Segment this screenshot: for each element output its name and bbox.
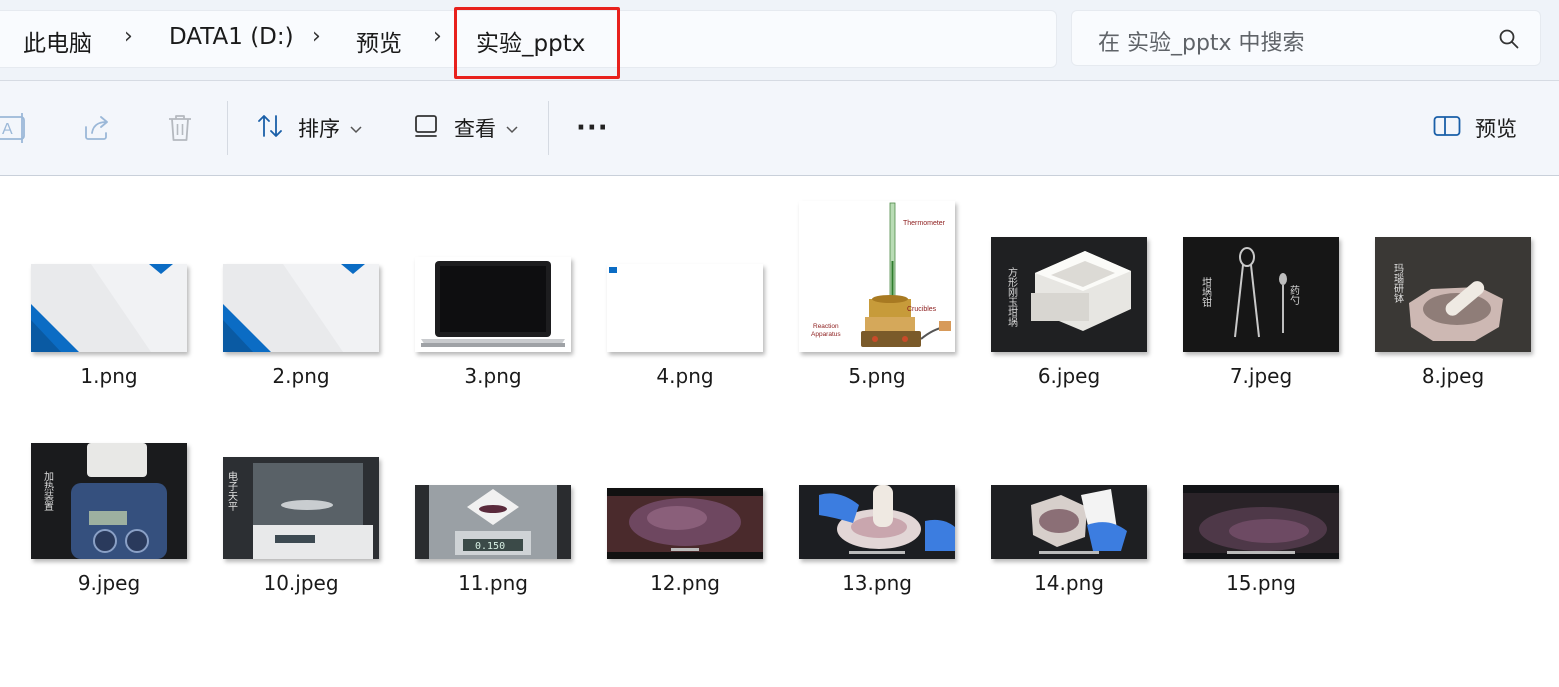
breadcrumb-separator[interactable]: › (124, 24, 133, 49)
address-bar: 此电脑 › DATA1 (D:) › 预览 › 实验_pptx 在 实验_ppt… (0, 0, 1559, 81)
preview-pane-icon (1433, 115, 1461, 141)
breadcrumb-separator[interactable]: › (433, 24, 442, 49)
label-apparatus: Apparatus (811, 331, 841, 338)
label-reaction: Reaction (813, 323, 839, 330)
file-name: 3.png (464, 364, 522, 388)
label-electronic-balance: 电子天平 (226, 470, 238, 512)
file-thumbnail: Thermometer Crucibles Reaction Apparatus (799, 201, 955, 352)
breadcrumb-item-preview[interactable]: 预览 (356, 24, 402, 58)
sort-icon (256, 112, 284, 144)
preview-pane-button[interactable]: 预览 (1433, 111, 1517, 145)
more-options-button[interactable]: ··· (576, 111, 609, 145)
file-grid: 1.png 2.png 3.png 4.png Thermometer Cruc… (0, 176, 1559, 687)
file-name: 12.png (650, 571, 720, 595)
breadcrumb-item-this-pc[interactable]: 此电脑 (23, 24, 92, 58)
file-name: 14.png (1034, 571, 1104, 595)
file-name: 4.png (656, 364, 714, 388)
toolbar-divider (227, 101, 228, 155)
file-thumbnail (607, 488, 763, 559)
file-thumbnail: 电子天平 (223, 457, 379, 559)
file-name: 1.png (80, 364, 138, 388)
label-heating-device: 加热装置 (42, 471, 54, 511)
balance-readout: 0.150 (475, 541, 505, 552)
breadcrumb-item-drive[interactable]: DATA1 (D:) (169, 24, 294, 50)
file-thumbnail: 玛瑙研钵 (1375, 237, 1531, 352)
file-name: 5.png (848, 364, 906, 388)
label-spoon: 药勺 (1288, 285, 1300, 306)
file-thumbnail (1183, 485, 1339, 559)
file-name: 15.png (1226, 571, 1296, 595)
label-crucible-tongs: 坩埚钳 (1200, 276, 1212, 307)
search-icon[interactable] (1498, 28, 1520, 54)
chevron-down-icon (506, 119, 518, 138)
breadcrumb-separator[interactable]: › (312, 24, 321, 49)
delete-icon[interactable] (166, 113, 194, 147)
toolbar-divider (548, 101, 549, 155)
sort-button[interactable]: 排序 (256, 111, 362, 145)
file-name: 11.png (458, 571, 528, 595)
command-bar: A 排序 查看 ··· 预览 (0, 81, 1559, 176)
preview-pane-label: 预览 (1475, 117, 1517, 141)
file-thumbnail (223, 264, 379, 352)
view-label: 查看 (454, 117, 496, 141)
more-options-icon: ··· (576, 113, 609, 143)
search-input[interactable]: 在 实验_pptx 中搜索 (1098, 25, 1305, 57)
file-thumbnail (607, 264, 763, 352)
search-box[interactable]: 在 实验_pptx 中搜索 (1071, 10, 1541, 66)
label-agate-mortar: 玛瑙研钵 (1392, 263, 1404, 304)
file-thumbnail: 坩埚钳 药勺 (1183, 237, 1339, 352)
file-name: 6.jpeg (1037, 364, 1101, 388)
file-thumbnail (31, 264, 187, 352)
file-name: 7.jpeg (1229, 364, 1293, 388)
file-thumbnail: 加热装置 (31, 443, 187, 559)
svg-text:A: A (2, 121, 13, 138)
sort-label: 排序 (298, 117, 340, 141)
file-name: 13.png (842, 571, 912, 595)
file-thumbnail (991, 485, 1147, 559)
file-thumbnail: 方形刚玉坩埚 (991, 237, 1147, 352)
view-button[interactable]: 查看 (414, 111, 518, 145)
label-thermometer: Thermometer (903, 220, 946, 227)
label-square-crucible: 方形刚玉坩埚 (1006, 266, 1018, 328)
rename-icon[interactable]: A (0, 113, 28, 147)
annotation-highlight-box (454, 7, 620, 79)
share-icon[interactable] (82, 113, 112, 147)
file-name: 9.jpeg (77, 571, 141, 595)
file-name: 2.png (272, 364, 330, 388)
file-thumbnail (415, 257, 571, 352)
file-name: 8.jpeg (1421, 364, 1485, 388)
chevron-down-icon (350, 119, 362, 138)
file-thumbnail (799, 485, 955, 559)
file-name: 10.jpeg (263, 571, 339, 595)
view-icon (414, 113, 440, 143)
label-crucibles: Crucibles (907, 306, 937, 313)
file-thumbnail: 0.150 (415, 485, 571, 559)
